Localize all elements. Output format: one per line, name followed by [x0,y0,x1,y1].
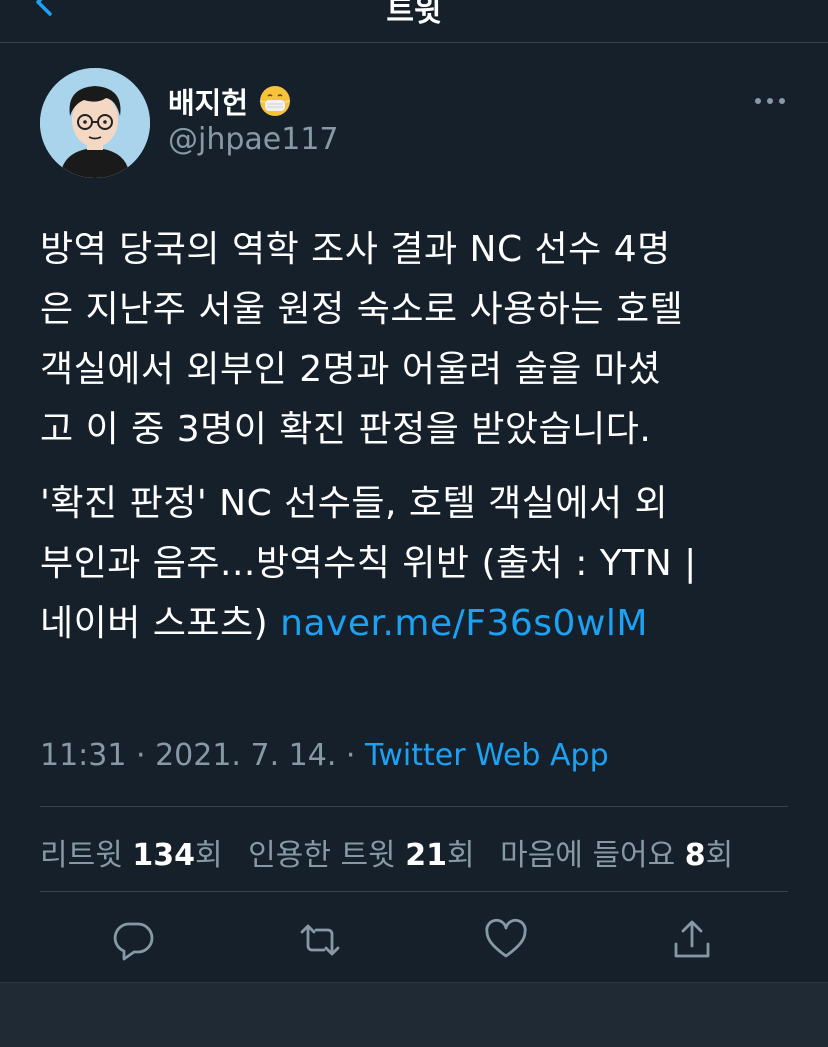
author-name-row[interactable]: 배지헌 [168,80,292,122]
likes-stat[interactable]: 마음에 들어요 8회 [500,838,733,873]
avatar-illustration [40,68,150,178]
retweets-label: 리트윗 [40,838,133,873]
top-navigation-bar: 트윗 [0,0,828,43]
tweet-paragraph-1: 방역 당국의 역학 조사 결과 NC 선수 4명 은 지난주 서울 원정 숙소로… [40,220,800,460]
retweets-suffix: 회 [194,838,223,873]
tweet-line: 부인과 음주...방역수칙 위반 (출처 : YTN | [40,543,697,584]
tweet-line: 네이버 스포츠) [40,603,281,644]
retweets-stat[interactable]: 리트윗 134회 [40,838,223,873]
author-name[interactable]: 배지헌 [168,80,248,122]
quotes-stat[interactable]: 인용한 트윗 21회 [248,838,474,873]
retweets-count: 134 [132,838,195,873]
article-link[interactable]: naver.me/F36s0wlM [280,603,648,644]
meta-separator: · [336,738,365,773]
divider [40,806,788,807]
tweet-source-link[interactable]: Twitter Web App [365,738,609,773]
bottom-reply-bar[interactable] [0,982,828,1047]
avatar[interactable] [40,68,150,178]
likes-label: 마음에 들어요 [500,838,685,873]
tweet-time[interactable]: 11:31 [40,738,126,773]
retweet-icon[interactable] [296,916,344,964]
tweet-line: '확진 판정' NC 선수들, 호텔 객실에서 외 [40,483,669,524]
like-icon[interactable] [482,916,530,964]
tweet-line: 방역 당국의 역학 조사 결과 NC 선수 4명 [40,229,671,270]
page-title: 트윗 [386,0,442,29]
engagement-stats: 리트윗 134회 인용한 트윗 21회 마음에 들어요 8회 [40,830,749,874]
more-options-icon[interactable] [752,92,788,110]
tweet-date[interactable]: 2021. 7. 14. [155,738,336,773]
author-handle[interactable]: @jhpae117 [168,122,339,157]
mask-face-emoji-icon [259,86,291,116]
quotes-count: 21 [405,838,447,873]
tweet-line: 은 지난주 서울 원정 숙소로 사용하는 호텔 [40,289,684,330]
likes-count: 8 [684,838,706,873]
tweet-paragraph-2: '확진 판정' NC 선수들, 호텔 객실에서 외 부인과 음주...방역수칙 … [40,474,800,654]
tweet-line: 객실에서 외부인 2명과 어울려 술을 마셨 [40,349,662,390]
quotes-label: 인용한 트윗 [248,838,406,873]
reply-icon[interactable] [110,916,158,964]
tweet-metadata: 11:31 · 2021. 7. 14. · Twitter Web App [40,738,609,773]
divider [40,891,788,892]
likes-suffix: 회 [705,838,734,873]
share-icon[interactable] [668,916,716,964]
tweet-actions [0,916,828,964]
tweet-line: 고 이 중 3명이 확진 판정을 받았습니다. [40,409,652,450]
meta-separator: · [126,738,156,773]
quotes-suffix: 회 [446,838,475,873]
tweet-text: 방역 당국의 역학 조사 결과 NC 선수 4명 은 지난주 서울 원정 숙소로… [40,220,800,654]
